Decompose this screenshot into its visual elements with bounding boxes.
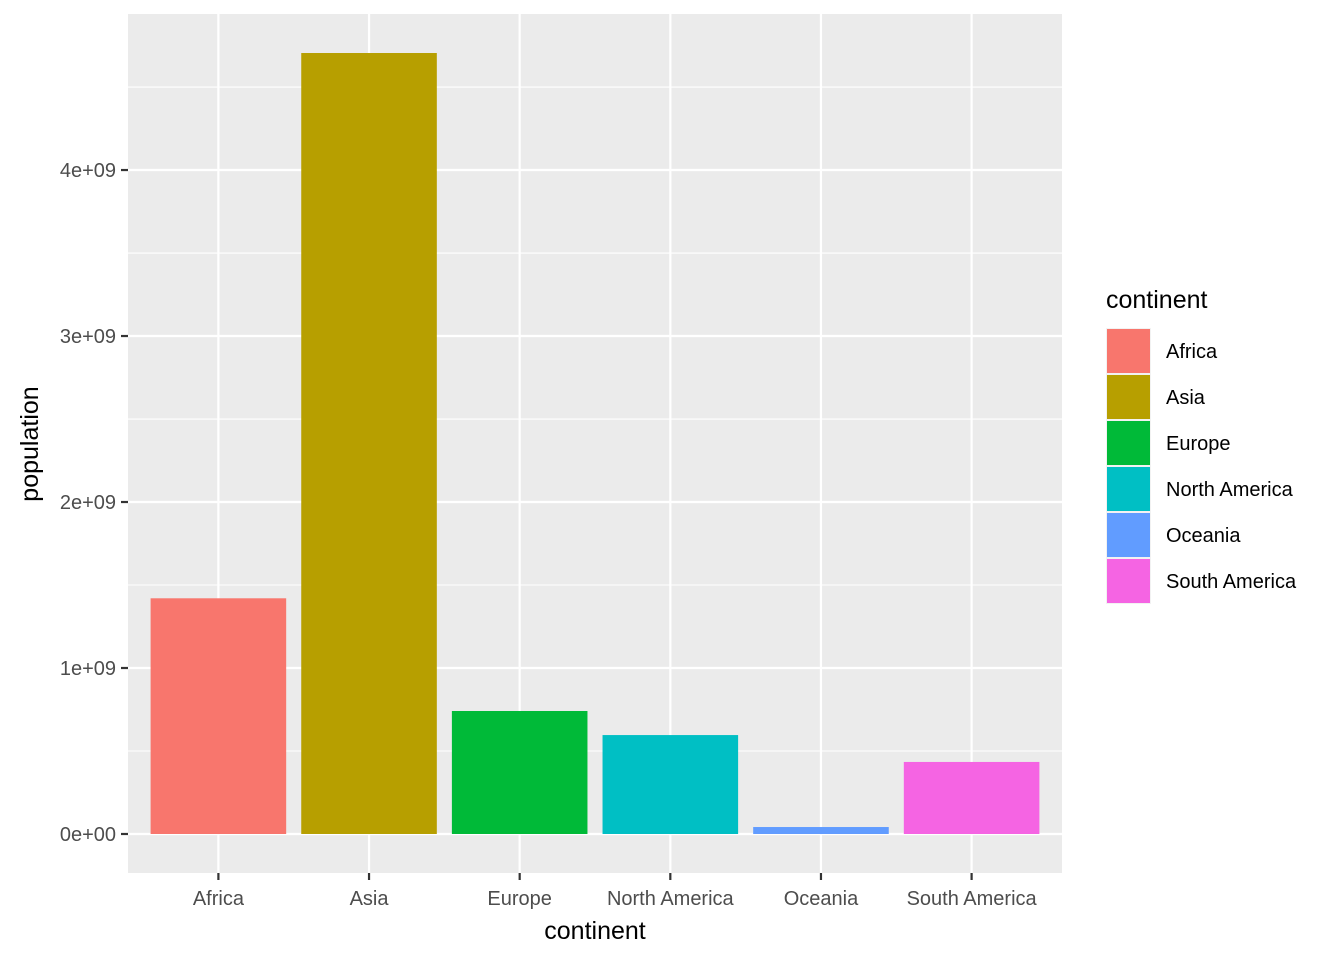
x-tick-label: Africa bbox=[193, 888, 245, 910]
x-tick-label: Asia bbox=[350, 888, 390, 910]
bar-chart: 0e+00 1e+09 2e+09 3e+09 4e+09 Africa Asia Euro… bbox=[16, 14, 1297, 945]
y-tick-label: 3e+09 bbox=[60, 326, 116, 348]
x-tick-label: South America bbox=[907, 888, 1038, 910]
bar-europe bbox=[451, 710, 588, 834]
bar-north-america bbox=[602, 735, 739, 834]
legend-label: Asia bbox=[1166, 387, 1206, 409]
legend: continent Africa Asia Europe North America O… bbox=[1106, 286, 1297, 604]
x-tick-label: North America bbox=[607, 888, 735, 910]
bar-africa bbox=[150, 598, 287, 834]
legend-key-north-america bbox=[1107, 467, 1150, 511]
bar-south-america bbox=[903, 761, 1040, 834]
bar-oceania bbox=[753, 827, 889, 834]
legend-label: Europe bbox=[1166, 433, 1231, 455]
legend-key-africa bbox=[1107, 329, 1150, 373]
y-tick-label: 4e+09 bbox=[60, 160, 116, 182]
x-tick-label: Oceania bbox=[784, 888, 859, 910]
legend-key-south-america bbox=[1107, 559, 1150, 603]
bar-asia bbox=[301, 53, 437, 834]
legend-key-europe bbox=[1107, 421, 1150, 465]
legend-label: South America bbox=[1166, 571, 1297, 593]
x-axis-title: continent bbox=[544, 917, 646, 945]
legend-title: continent bbox=[1106, 286, 1208, 314]
legend-key-asia bbox=[1107, 375, 1150, 419]
y-tick-label: 1e+09 bbox=[60, 658, 116, 680]
legend-label: North America bbox=[1166, 479, 1294, 501]
legend-label: Africa bbox=[1166, 341, 1218, 363]
y-axis-title: population bbox=[16, 386, 44, 501]
x-tick-label: Europe bbox=[487, 888, 552, 910]
legend-label: Oceania bbox=[1166, 525, 1241, 547]
y-axis: 0e+00 1e+09 2e+09 3e+09 4e+09 bbox=[60, 160, 128, 846]
y-tick-label: 0e+00 bbox=[60, 824, 116, 846]
legend-entries: Africa Asia Europe North America Oceania Sout… bbox=[1106, 328, 1297, 604]
x-axis: Africa Asia Europe North America Oceania Sout… bbox=[193, 873, 1038, 910]
y-tick-label: 2e+09 bbox=[60, 492, 116, 514]
legend-key-oceania bbox=[1107, 513, 1150, 557]
